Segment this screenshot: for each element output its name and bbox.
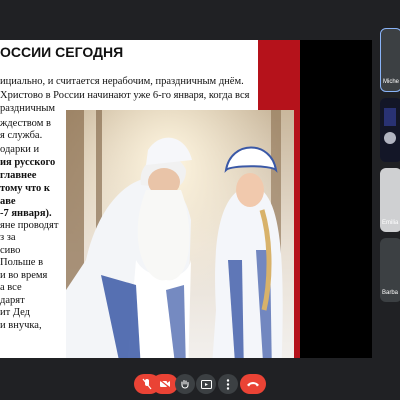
participant-name: Barba: [382, 290, 399, 296]
more-options-icon: [226, 378, 230, 390]
present-icon: [200, 379, 212, 389]
slide-text-line: ициально, и считается нерабочим, праздни…: [0, 76, 244, 87]
hang-up-icon: [247, 382, 259, 387]
slide-text-line: -7 января).: [0, 208, 52, 219]
slide-text-line: дарят: [0, 295, 25, 306]
participant-name: Miche: [383, 79, 400, 85]
slide-text-line: одарки и: [0, 144, 40, 155]
slide-text-line: ждеством в: [0, 118, 51, 129]
participant-tile[interactable]: Emilia: [380, 168, 400, 232]
present-button[interactable]: [196, 374, 216, 394]
participant-tile[interactable]: Miche: [380, 28, 400, 92]
slide-text-line: Польше в: [0, 257, 44, 268]
meeting-window: ОССИИ СЕГОДНЯ ициально, и считается нера…: [0, 0, 400, 400]
slide-text-line: Христово в России начинают уже 6-го янва…: [0, 90, 250, 101]
participant-tile[interactable]: Barba: [380, 238, 400, 302]
presentation-slide: ОССИИ СЕГОДНЯ ициально, и считается нера…: [0, 40, 300, 358]
slide-text-line: и во время: [0, 270, 48, 281]
participant-name: Emilia: [382, 220, 399, 226]
ded-moroz-snegurochka-photo: [66, 110, 294, 358]
slide-text-line: ия русского: [0, 157, 56, 168]
slide-title: ОССИИ СЕГОДНЯ: [0, 44, 124, 60]
raise-hand-icon: [181, 379, 189, 389]
slide-text-line: я служба.: [0, 130, 43, 141]
slide-text-line: ит Дед: [0, 307, 30, 318]
slide-text-line: яне проводят: [0, 220, 59, 231]
more-options-button[interactable]: [218, 374, 238, 394]
participant-tile[interactable]: [380, 98, 400, 162]
slide-text-line: раздничным: [0, 103, 56, 114]
slide-text-line: тому что к: [0, 183, 50, 194]
slide-text-line: главнее: [0, 170, 37, 181]
raise-hand-button[interactable]: [175, 374, 195, 394]
camera-off-icon: [159, 379, 171, 389]
slide-text-line: сиво: [0, 245, 21, 256]
slide-text-line: и внучка,: [0, 320, 42, 331]
mic-off-icon: [142, 378, 152, 390]
slide-text-line: а все: [0, 282, 22, 293]
slide-text-line: аве: [0, 196, 16, 207]
participant-video-thumbnail: [380, 98, 400, 162]
slide-text-line: з за: [0, 232, 16, 243]
presentation-stage: ОССИИ СЕГОДНЯ ициально, и считается нера…: [0, 40, 372, 358]
hang-up-button[interactable]: [240, 374, 266, 394]
call-controls-toolbar: [0, 372, 400, 400]
